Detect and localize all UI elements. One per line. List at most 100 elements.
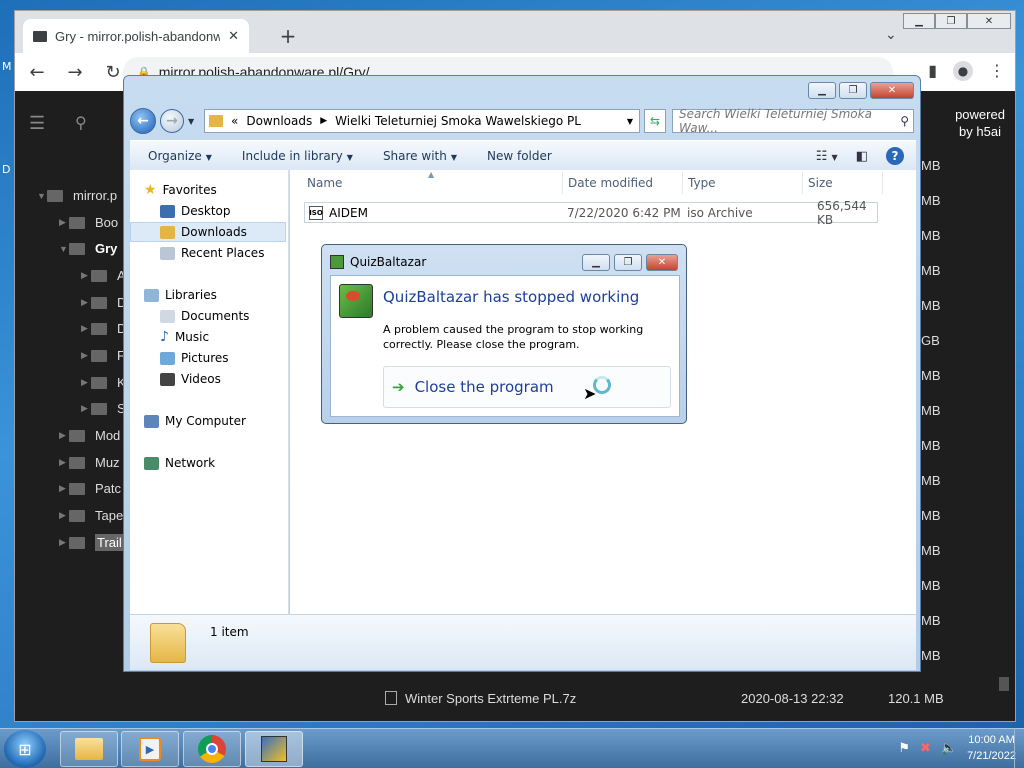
- new-tab-button[interactable]: +: [277, 24, 299, 48]
- chevron-right-icon[interactable]: ▶: [59, 483, 69, 494]
- reload-icon[interactable]: ↻: [101, 62, 125, 83]
- tab-search-button[interactable]: ⌄: [885, 27, 897, 43]
- nav-network[interactable]: Network: [144, 453, 215, 473]
- recent-pages-dropdown[interactable]: ▼: [188, 117, 194, 126]
- profile-icon[interactable]: ●: [953, 61, 973, 81]
- tree-item[interactable]: ▼ mirror.p: [15, 182, 135, 209]
- nav-pictures[interactable]: Pictures: [160, 348, 229, 368]
- nav-desktop[interactable]: Desktop: [160, 201, 231, 221]
- column-size[interactable]: Size: [808, 176, 833, 190]
- scrollbar-thumb[interactable]: [999, 677, 1009, 691]
- close-button[interactable]: ✕: [646, 254, 678, 271]
- close-button[interactable]: ✕: [870, 82, 914, 99]
- view-options-icon[interactable]: ☷ ▼: [816, 149, 838, 164]
- tree-item[interactable]: ▼ Gry: [15, 235, 135, 262]
- include-in-library-button[interactable]: Include in library ▼: [242, 149, 353, 163]
- browser-tab[interactable]: Gry - mirror.polish-abandonware ✕: [23, 19, 249, 53]
- start-button[interactable]: ⊞: [4, 730, 46, 768]
- show-desktop-button[interactable]: [1014, 729, 1024, 768]
- file-row[interactable]: Winter Sports Extrteme PL.7z 2020-08-13 …: [375, 691, 975, 711]
- refresh-button[interactable]: ⇆: [644, 109, 666, 133]
- chevron-right-icon[interactable]: ▶: [81, 350, 91, 361]
- taskbar-media-player[interactable]: ▶: [121, 731, 179, 767]
- tree-item[interactable]: ▶ A: [15, 262, 135, 289]
- column-name[interactable]: Name: [307, 176, 342, 190]
- menu-icon[interactable]: ⋮: [989, 61, 1005, 81]
- tree-item[interactable]: ▶ Patc: [15, 475, 135, 502]
- maximize-button[interactable]: ❐: [935, 13, 967, 29]
- tree-item[interactable]: ▶ K: [15, 369, 135, 396]
- minimize-button[interactable]: ▁: [903, 13, 935, 29]
- search-icon[interactable]: ⚲: [75, 113, 87, 133]
- chevron-right-icon[interactable]: ▶: [59, 537, 69, 548]
- column-type[interactable]: Type: [688, 176, 716, 190]
- back-arrow-icon[interactable]: ←: [25, 62, 49, 83]
- side-panel-icon[interactable]: ▮: [928, 61, 937, 81]
- folder-icon: [91, 296, 107, 309]
- tree-item[interactable]: ▶ S: [15, 395, 135, 422]
- chevron-right-icon[interactable]: ▶: [81, 297, 91, 308]
- breadcrumb-prefix[interactable]: «: [231, 114, 238, 128]
- mouse-pointer-icon: ➤: [583, 384, 597, 403]
- maximize-button[interactable]: ❐: [839, 82, 867, 99]
- taskbar-chrome[interactable]: [183, 731, 241, 767]
- preview-pane-icon[interactable]: ◧: [856, 149, 868, 164]
- tree-item[interactable]: ▶ Mod: [15, 422, 135, 449]
- breadcrumb-folder[interactable]: Wielki Teleturniej Smoka Wawelskiego PL: [335, 114, 581, 128]
- close-button[interactable]: ✕: [967, 13, 1011, 29]
- tree-item[interactable]: ▶ Trail: [15, 529, 135, 556]
- clock[interactable]: 10:00 AM 7/21/2022: [967, 732, 1016, 764]
- nav-recent-places[interactable]: Recent Places: [160, 243, 264, 263]
- help-icon[interactable]: ?: [886, 147, 904, 165]
- chevron-down-icon[interactable]: ▼: [37, 191, 47, 201]
- minimize-button[interactable]: ▁: [582, 254, 610, 271]
- tree-item[interactable]: ▶ F: [15, 342, 135, 369]
- file-row-aidem[interactable]: ISO AIDEM 7/22/2020 6:42 PM iso Archive …: [304, 199, 878, 227]
- nav-music[interactable]: ♪ Music: [160, 327, 209, 347]
- nav-videos[interactable]: Videos: [160, 369, 221, 389]
- chevron-right-icon[interactable]: ▶: [59, 457, 69, 468]
- tree-item[interactable]: ▶ Tape: [15, 502, 135, 529]
- tab-close-icon[interactable]: ✕: [228, 28, 239, 44]
- breadcrumb-downloads[interactable]: Downloads: [246, 114, 312, 128]
- chevron-down-icon[interactable]: ▼: [59, 244, 69, 254]
- minimize-button[interactable]: ▁: [808, 82, 836, 99]
- action-center-icon[interactable]: ⚑: [898, 741, 910, 756]
- taskbar-quizbaltazar[interactable]: [245, 731, 303, 767]
- network-error-icon[interactable]: ✖: [920, 741, 931, 756]
- maximize-button[interactable]: ❐: [614, 254, 642, 271]
- chevron-right-icon[interactable]: ▶: [81, 270, 91, 281]
- chevron-right-icon[interactable]: ▶: [59, 430, 69, 441]
- tree-item[interactable]: ▶ D: [15, 315, 135, 342]
- tree-item[interactable]: ▶ Boo: [15, 209, 135, 236]
- nav-documents[interactable]: Documents: [160, 306, 249, 326]
- chevron-right-icon[interactable]: ▶: [59, 217, 69, 228]
- search-input[interactable]: Search Wielki Teleturniej Smoka Waw... ⚲: [672, 107, 914, 135]
- close-the-program-button[interactable]: ➔ Close the program: [383, 366, 671, 408]
- organize-button[interactable]: Organize ▼: [148, 149, 212, 163]
- nav-libraries[interactable]: Libraries: [144, 285, 217, 305]
- powered-by[interactable]: powered by h5ai: [945, 106, 1015, 140]
- tree-item[interactable]: ▶ D: [15, 289, 135, 316]
- nav-favorites[interactable]: ★ Favorites: [144, 180, 217, 200]
- chevron-right-icon[interactable]: ▶: [81, 323, 91, 334]
- tree-item[interactable]: ▶ Muz: [15, 449, 135, 476]
- tree-item-label: Boo: [95, 215, 119, 230]
- forward-arrow-icon[interactable]: →: [63, 62, 87, 83]
- breadcrumb-separator-icon[interactable]: ▶: [320, 116, 327, 126]
- chevron-right-icon[interactable]: ▶: [81, 403, 91, 414]
- new-folder-button[interactable]: New folder: [487, 149, 552, 163]
- volume-icon[interactable]: 🔈: [941, 741, 957, 756]
- hamburger-icon[interactable]: ☰: [29, 113, 45, 134]
- chevron-right-icon[interactable]: ▶: [59, 510, 69, 521]
- share-with-button[interactable]: Share with ▼: [383, 149, 457, 163]
- column-date-modified[interactable]: Date modified: [568, 176, 653, 190]
- address-bar[interactable]: « Downloads ▶ Wielki Teleturniej Smoka W…: [204, 109, 640, 133]
- taskbar-explorer[interactable]: [60, 731, 118, 767]
- back-arrow-icon[interactable]: ←: [130, 108, 156, 134]
- nav-my-computer[interactable]: My Computer: [144, 411, 246, 431]
- chevron-right-icon[interactable]: ▶: [81, 377, 91, 388]
- nav-downloads[interactable]: Downloads: [130, 222, 286, 242]
- forward-arrow-icon[interactable]: →: [160, 109, 184, 133]
- address-dropdown-icon[interactable]: ▼: [627, 117, 633, 126]
